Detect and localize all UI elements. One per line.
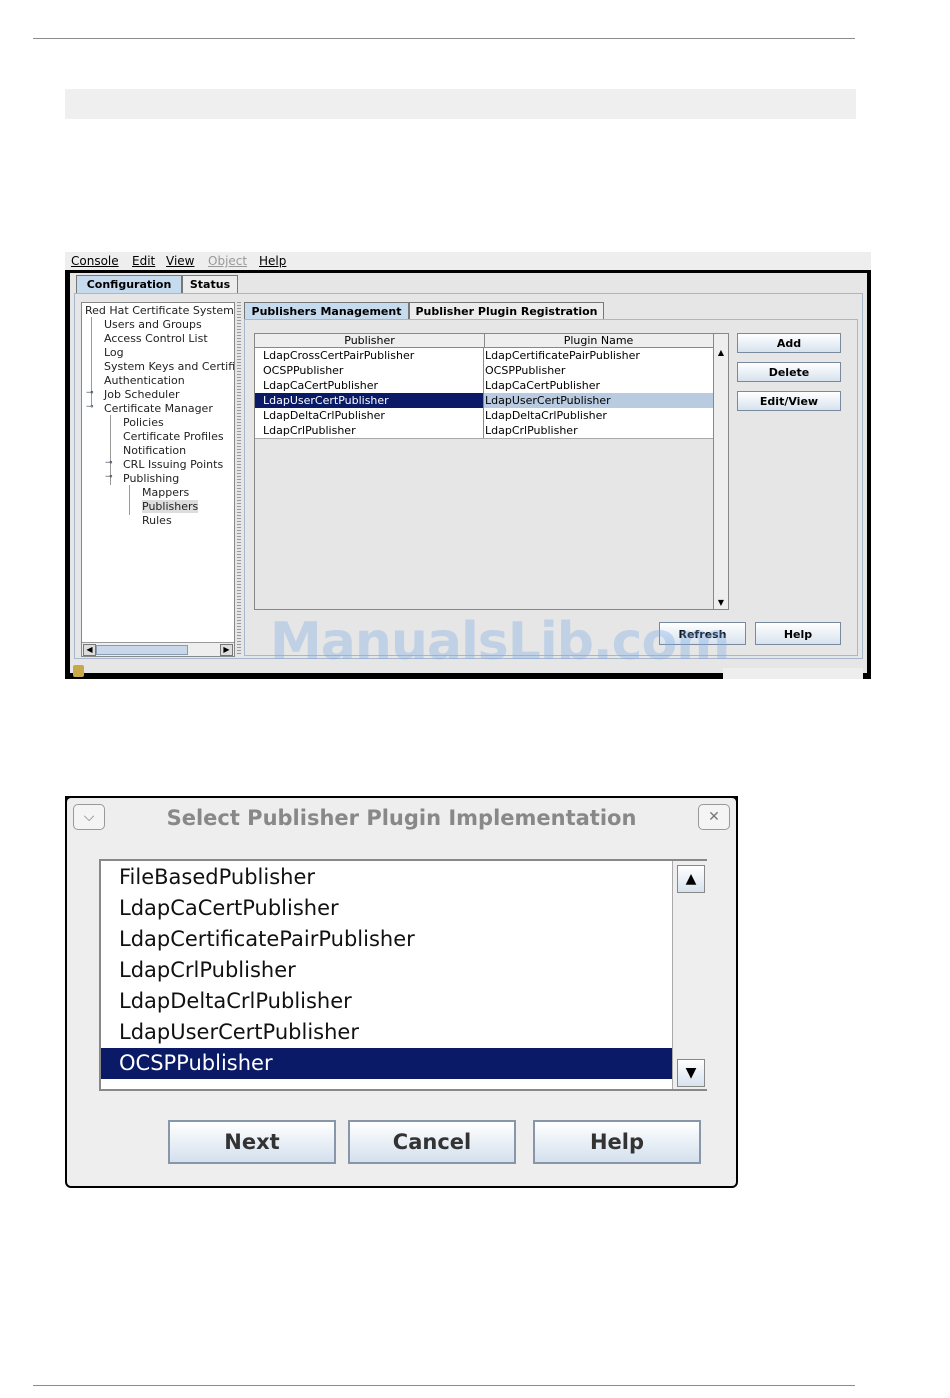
top-rule xyxy=(33,38,855,39)
table-vertical-scrollbar[interactable]: ▲ ▼ xyxy=(713,334,728,609)
list-item[interactable]: LdapCaCertPublisher xyxy=(101,893,673,924)
cell-plugin-name: OCSPPublisher xyxy=(485,364,566,377)
tree-item-policies[interactable]: Policies xyxy=(123,416,164,429)
cell-publisher: LdapCrossCertPairPublisher xyxy=(255,348,484,363)
expand-key-icon[interactable]: ⊸ xyxy=(86,388,94,398)
list-item[interactable]: LdapDeltaCrlPublisher xyxy=(101,986,673,1017)
delete-button[interactable]: Delete xyxy=(737,362,841,382)
dialog-body: ⌵ Select Publisher Plugin Implementation… xyxy=(67,798,736,1186)
tree-item-mappers[interactable]: Mappers xyxy=(142,486,189,499)
tree-item-certificate-manager[interactable]: Certificate Manager xyxy=(104,402,213,415)
tree-item-job-scheduler[interactable]: Job Scheduler xyxy=(104,388,180,401)
tree-item-notification[interactable]: Notification xyxy=(123,444,186,457)
cell-publisher: OCSPPublisher xyxy=(255,363,484,378)
add-button[interactable]: Add xyxy=(737,333,841,353)
configuration-panel: Red Hat Certificate System: Users and Gr… xyxy=(74,293,863,659)
tree-item-publishers[interactable]: Publishers xyxy=(142,500,199,513)
column-header-publisher[interactable]: Publisher xyxy=(255,334,485,347)
tab-configuration[interactable]: Configuration xyxy=(76,275,182,293)
cancel-button[interactable]: Cancel xyxy=(348,1120,516,1164)
dialog-title: Select Publisher Plugin Implementation xyxy=(166,806,637,830)
cell-plugin-name: LdapCertificatePairPublisher xyxy=(485,349,640,362)
publishers-table: Publisher Plugin Name LdapCrossCertPairP… xyxy=(254,333,729,610)
help-button[interactable]: Help xyxy=(755,622,841,645)
cell-publisher: LdapDeltaCrlPublisher xyxy=(255,408,484,423)
scroll-down-icon[interactable]: ▼ xyxy=(677,1059,705,1087)
list-item[interactable]: LdapUserCertPublisher xyxy=(101,1017,673,1048)
table-header: Publisher Plugin Name xyxy=(255,334,714,348)
list-item-selected[interactable]: OCSPPublisher xyxy=(101,1048,673,1079)
scroll-thumb[interactable] xyxy=(96,645,188,655)
scroll-left-icon[interactable]: ◀ xyxy=(83,644,96,656)
console-window: Console Edit View Object Help Configurat… xyxy=(65,252,871,679)
tree-item-crl-issuing-points[interactable]: CRL Issuing Points xyxy=(123,458,223,471)
cell-plugin-name: LdapUserCertPublisher xyxy=(484,393,713,408)
table-row[interactable]: LdapCaCertPublisher LdapCaCertPublisher xyxy=(255,378,713,394)
tree-item-log[interactable]: Log xyxy=(104,346,124,359)
plugin-list: FileBasedPublisher LdapCaCertPublisher L… xyxy=(99,859,707,1091)
tree-item-certificate-profiles[interactable]: Certificate Profiles xyxy=(123,430,224,443)
list-item[interactable]: LdapCrlPublisher xyxy=(101,955,673,986)
bottom-rule xyxy=(33,1385,855,1386)
expand-key-icon[interactable]: ⊸ xyxy=(105,472,113,482)
edit-view-button[interactable]: Edit/View xyxy=(737,391,841,411)
tree-item-root[interactable]: Red Hat Certificate System: xyxy=(85,304,234,317)
tree-item-access-control-list[interactable]: Access Control List xyxy=(104,332,208,345)
scroll-up-icon[interactable]: ▲ xyxy=(714,347,728,359)
status-field xyxy=(723,668,863,679)
tree-item-rules[interactable]: Rules xyxy=(142,514,172,527)
expand-key-icon[interactable]: ⊸ xyxy=(86,402,94,412)
scroll-up-icon[interactable]: ▲ xyxy=(677,865,705,893)
tree-item-system-keys[interactable]: System Keys and Certifi xyxy=(104,360,234,373)
tree-item-authentication[interactable]: Authentication xyxy=(104,374,185,387)
tab-publishers-management[interactable]: Publishers Management xyxy=(244,302,409,320)
dialog-help-button[interactable]: Help xyxy=(533,1120,701,1164)
table-row[interactable]: LdapDeltaCrlPublisher LdapDeltaCrlPublis… xyxy=(255,408,713,424)
cell-publisher: LdapCrlPublisher xyxy=(255,423,484,438)
expand-key-icon[interactable]: ⊸ xyxy=(105,458,113,468)
tab-publisher-plugin-registration[interactable]: Publisher Plugin Registration xyxy=(409,302,604,320)
cell-plugin-name: LdapCrlPublisher xyxy=(485,424,578,437)
table-row[interactable]: LdapCrossCertPairPublisher LdapCertifica… xyxy=(255,348,713,364)
menu-bar: Console Edit View Object Help xyxy=(65,252,871,270)
list-item[interactable]: LdapCertificatePairPublisher xyxy=(101,924,673,955)
close-icon[interactable]: ✕ xyxy=(698,804,730,830)
table-row[interactable]: OCSPPublisher OCSPPublisher xyxy=(255,363,713,379)
cell-publisher: LdapCaCertPublisher xyxy=(255,378,484,393)
cell-plugin-name: LdapCaCertPublisher xyxy=(485,379,601,392)
table-row-selected[interactable]: LdapUserCertPublisher LdapUserCertPublis… xyxy=(255,393,713,409)
cell-publisher: LdapUserCertPublisher xyxy=(255,393,484,408)
table-row[interactable]: LdapCrlPublisher LdapCrlPublisher xyxy=(255,423,713,439)
tree-horizontal-scrollbar[interactable]: ◀ ▶ xyxy=(82,642,234,656)
tab-status[interactable]: Status xyxy=(182,275,238,293)
navigation-tree: Red Hat Certificate System: Users and Gr… xyxy=(81,302,235,657)
select-plugin-dialog: ⌵ Select Publisher Plugin Implementation… xyxy=(65,796,738,1188)
scroll-right-icon[interactable]: ▶ xyxy=(220,644,233,656)
tree-item-publishing[interactable]: Publishing xyxy=(123,472,179,485)
publishers-management-panel: Publisher Plugin Name LdapCrossCertPairP… xyxy=(244,319,858,656)
scroll-down-icon[interactable]: ▼ xyxy=(714,597,728,609)
lock-icon xyxy=(73,665,84,677)
header-band xyxy=(65,89,856,119)
tree-item-users-and-groups[interactable]: Users and Groups xyxy=(104,318,202,331)
list-vertical-scrollbar[interactable]: ▲ ▼ xyxy=(672,861,707,1089)
cell-plugin-name: LdapDeltaCrlPublisher xyxy=(485,409,607,422)
list-item[interactable]: FileBasedPublisher xyxy=(101,862,673,893)
watermark: ManualsLib.com xyxy=(270,612,730,672)
next-button[interactable]: Next xyxy=(168,1120,336,1164)
split-pane-divider[interactable] xyxy=(237,302,241,655)
column-header-plugin-name[interactable]: Plugin Name xyxy=(484,334,714,347)
